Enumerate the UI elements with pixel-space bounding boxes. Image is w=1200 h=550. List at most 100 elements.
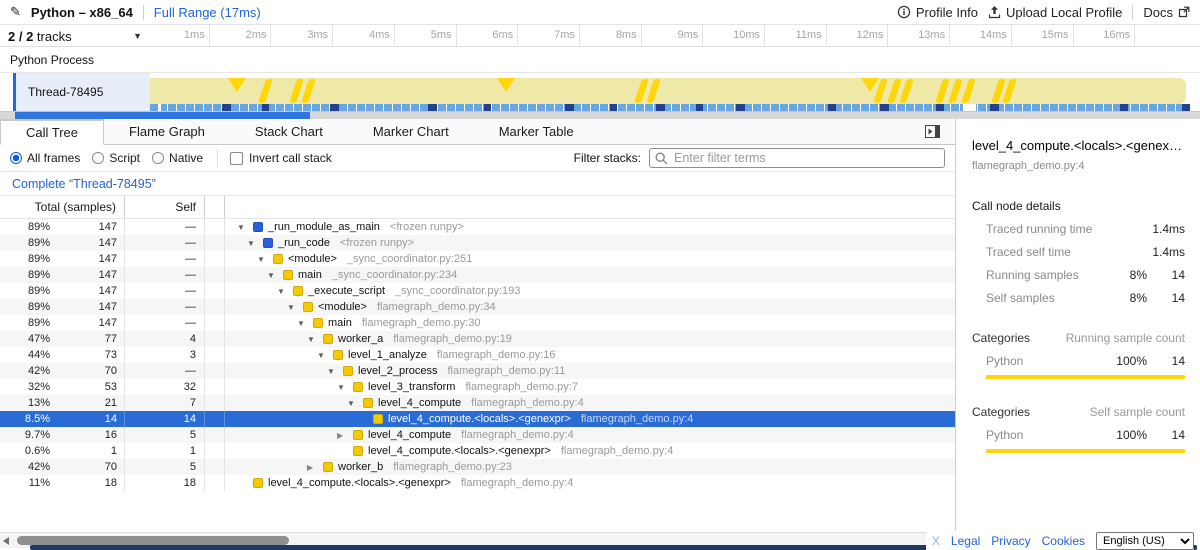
filter-stacks-input[interactable] [649, 148, 945, 168]
marker-slash-icon [948, 79, 963, 103]
collapse-icon[interactable]: ▼ [277, 287, 293, 296]
call-tree-scrollbar-thumb[interactable] [17, 536, 289, 545]
tab-stack-chart[interactable]: Stack Chart [230, 119, 348, 144]
column-header-total[interactable]: Total (samples) [0, 196, 125, 218]
footer-link-x[interactable]: X [932, 534, 940, 548]
frame-location: flamegraph_demo.py:4 [461, 477, 574, 489]
profile-name[interactable]: Python – x86_64 [31, 5, 133, 20]
detail-row: Running samples8%14 [972, 268, 1185, 282]
track-thread-row: Thread-78495 [0, 73, 1200, 111]
collapse-icon[interactable]: ▼ [337, 383, 353, 392]
table-row[interactable]: 89%147—▼_run_module_as_main<frozen runpy… [0, 219, 955, 235]
upload-icon [988, 5, 1001, 19]
table-row[interactable]: 44%733▼level_1_analyzeflamegraph_demo.py… [0, 347, 955, 363]
divider [1132, 5, 1133, 20]
tab-flame-graph[interactable]: Flame Graph [104, 119, 230, 144]
sidebar-toggle-icon [925, 125, 940, 138]
timeline-scrollbar[interactable] [0, 111, 1200, 119]
filter-stacks: Filter stacks: [574, 148, 945, 168]
sidebar: level_4_compute.<locals>.<genex… flamegr… [955, 119, 1200, 550]
upload-label: Upload Local Profile [1006, 5, 1122, 20]
ruler-tick-label: 5ms [396, 29, 452, 41]
column-header-self[interactable]: Self [125, 196, 205, 218]
invert-call-stack-label: Invert call stack [249, 151, 332, 165]
radio-native[interactable]: Native [152, 151, 203, 165]
sample-cluster [222, 104, 231, 111]
table-row[interactable]: 89%147—▼<module>_sync_coordinator.py:251 [0, 251, 955, 267]
language-select[interactable]: English (US) [1096, 532, 1194, 550]
frame-name: worker_a [338, 333, 383, 345]
marker-triangle-icon [228, 78, 246, 92]
collapse-icon[interactable]: ▼ [347, 399, 363, 408]
collapse-icon[interactable]: ▼ [247, 239, 263, 248]
table-row[interactable]: 13%217▼level_4_computeflamegraph_demo.py… [0, 395, 955, 411]
upload-button[interactable]: Upload Local Profile [988, 5, 1122, 20]
frame-location: _sync_coordinator.py:234 [332, 269, 457, 281]
table-row[interactable]: 11%1818▼level_4_compute.<locals>.<genexp… [0, 475, 955, 491]
sample-cluster [880, 104, 889, 111]
table-row[interactable]: 89%147—▼mainflamegraph_demo.py:30 [0, 315, 955, 331]
track-python-process[interactable]: Python Process [0, 47, 1200, 73]
panel-tabs: Call TreeFlame GraphStack ChartMarker Ch… [0, 119, 955, 145]
full-range-link[interactable]: Full Range (17ms) [154, 5, 261, 20]
process-track-label: Python Process [10, 53, 94, 67]
collapse-icon[interactable]: ▼ [267, 271, 283, 280]
table-row[interactable]: 89%147—▼_execute_script_sync_coordinator… [0, 283, 955, 299]
detail-row: Traced running time1.4ms [972, 222, 1185, 236]
radio-label: All frames [27, 151, 80, 165]
table-row[interactable]: 42%70—▼level_2_processflamegraph_demo.py… [0, 363, 955, 379]
checkbox-box [230, 152, 243, 165]
table-row[interactable]: 8.5%1414▼level_4_compute.<locals>.<genex… [0, 411, 955, 427]
collapse-icon[interactable]: ▼ [257, 255, 273, 264]
scroll-left-arrow-icon[interactable] [3, 537, 9, 545]
footer-link-privacy[interactable]: Privacy [991, 534, 1030, 548]
track-thread-label[interactable]: Thread-78495 [16, 73, 150, 111]
table-row[interactable]: 89%147—▼<module>flamegraph_demo.py:34 [0, 299, 955, 315]
ruler-tick-label: 7ms [519, 29, 575, 41]
footer-link-legal[interactable]: Legal [951, 534, 980, 548]
sidebar-toggle-button[interactable] [923, 124, 941, 139]
table-row[interactable]: 9.7%165▶level_4_computeflamegraph_demo.p… [0, 427, 955, 443]
profile-info-button[interactable]: Profile Info [897, 5, 978, 20]
top-bar-right: Profile Info Upload Local Profile Docs [897, 5, 1190, 20]
sample-cluster [610, 104, 617, 111]
table-row[interactable]: 32%5332▼level_3_transformflamegraph_demo… [0, 379, 955, 395]
table-row[interactable]: 89%147—▼_run_code<frozen runpy> [0, 235, 955, 251]
collapse-icon[interactable]: ▼ [287, 303, 303, 312]
radio-button-icon [152, 152, 164, 164]
table-row[interactable]: 47%774▼worker_aflamegraph_demo.py:19 [0, 331, 955, 347]
tab-call-tree[interactable]: Call Tree [0, 119, 104, 145]
footer-link-cookies[interactable]: Cookies [1042, 534, 1085, 548]
sample-cluster [828, 104, 836, 111]
invert-call-stack-checkbox[interactable]: Invert call stack [230, 151, 332, 165]
radio-all-frames[interactable]: All frames [10, 151, 80, 165]
docs-link[interactable]: Docs [1143, 5, 1190, 20]
pencil-icon[interactable]: ✎ [10, 4, 21, 20]
collapse-icon[interactable]: ▼ [317, 351, 333, 360]
collapse-icon[interactable]: ▼ [327, 367, 343, 376]
radio-button-icon [10, 152, 22, 164]
timeline-ruler[interactable]: 1ms2ms3ms4ms5ms6ms7ms8ms9ms10ms11ms12ms1… [150, 25, 1200, 47]
tab-marker-chart[interactable]: Marker Chart [348, 119, 474, 144]
radio-script[interactable]: Script [92, 151, 140, 165]
selected-node-location: flamegraph_demo.py:4 [972, 160, 1185, 172]
marker-slash-icon [301, 79, 316, 103]
collapse-icon[interactable]: ▼ [297, 319, 313, 328]
collapse-icon[interactable]: ▼ [237, 223, 253, 232]
thread-activity-track[interactable] [150, 73, 1200, 111]
frame-name: <module> [288, 253, 337, 265]
timeline-scrollbar-thumb[interactable] [15, 112, 310, 119]
collapse-icon[interactable]: ▼ [307, 335, 323, 344]
table-row[interactable]: 42%705▶worker_bflamegraph_demo.py:23 [0, 459, 955, 475]
expand-icon[interactable]: ▶ [337, 431, 353, 440]
expand-icon[interactable]: ▶ [307, 463, 323, 472]
ruler-tick-label: 16ms [1074, 29, 1130, 41]
tracks-dropdown[interactable]: 2 / 2 tracks ▼ [0, 25, 150, 47]
frame-location: flamegraph_demo.py:4 [471, 397, 584, 409]
ruler-tick-line [1134, 25, 1135, 47]
table-row[interactable]: 0.6%11▼level_4_compute.<locals>.<genexpr… [0, 443, 955, 459]
breadcrumb[interactable]: Complete “Thread-78495” [12, 177, 156, 191]
tab-marker-table[interactable]: Marker Table [474, 119, 599, 144]
search-icon [655, 152, 668, 165]
table-row[interactable]: 89%147—▼main_sync_coordinator.py:234 [0, 267, 955, 283]
